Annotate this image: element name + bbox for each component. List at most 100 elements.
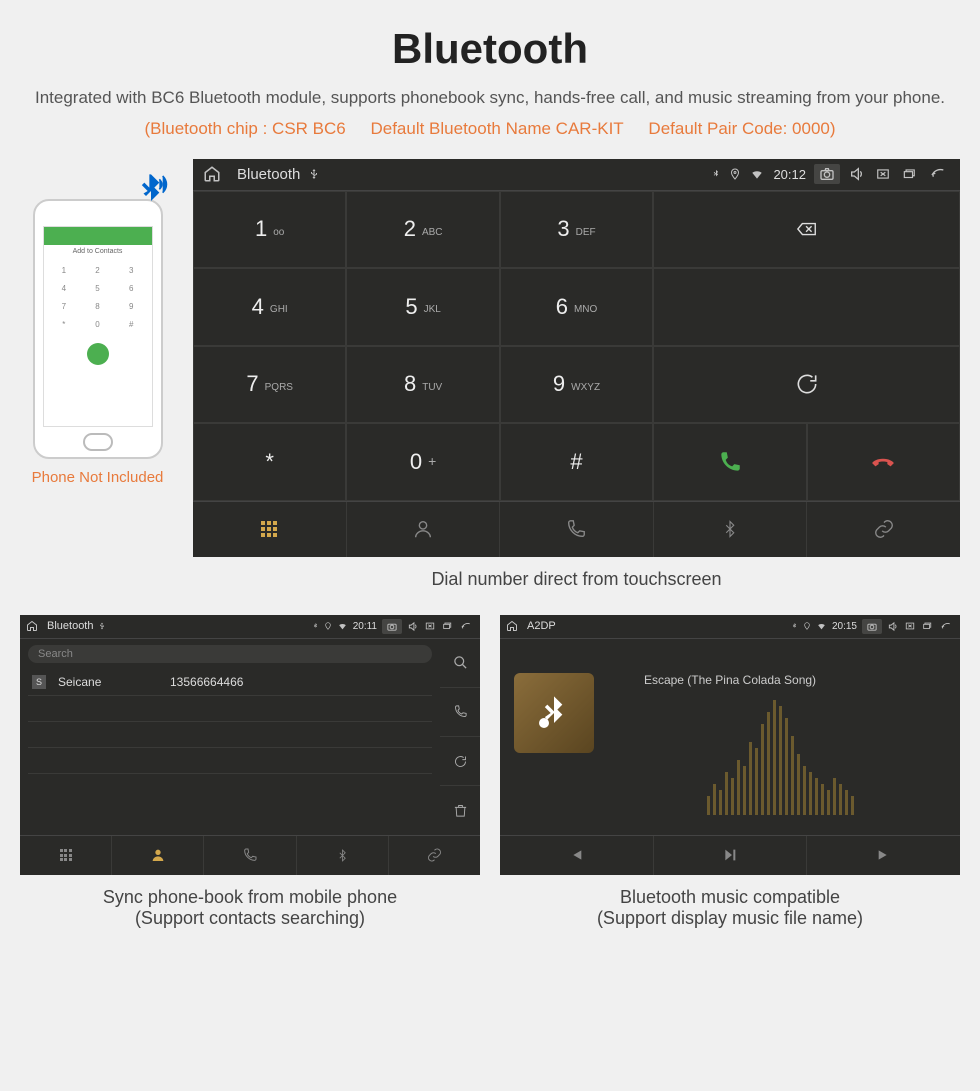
close-icon[interactable] bbox=[874, 167, 892, 181]
redial-button[interactable] bbox=[653, 346, 960, 424]
key-7[interactable]: 7PQRS bbox=[193, 346, 346, 424]
playback-bar bbox=[500, 835, 960, 875]
contact-row[interactable]: S Seicane 13566664466 bbox=[28, 669, 432, 696]
phone-mockup-column: Add to Contacts 123 456 789 *0# Phone No… bbox=[20, 159, 175, 590]
recent-apps-icon[interactable] bbox=[441, 621, 453, 631]
volume-icon[interactable] bbox=[848, 166, 866, 182]
side-sync-icon[interactable] bbox=[440, 737, 480, 786]
screen-title: Bluetooth bbox=[237, 166, 300, 183]
key-0[interactable]: 0+ bbox=[346, 423, 499, 501]
nav-bar bbox=[193, 501, 960, 557]
recent-apps-icon[interactable] bbox=[900, 167, 918, 181]
search-input[interactable]: Search bbox=[28, 645, 432, 663]
nav-contacts-icon[interactable] bbox=[347, 502, 501, 557]
track-title: Escape (The Pina Colada Song) bbox=[500, 669, 960, 687]
contact-row-empty bbox=[28, 722, 432, 748]
back-icon[interactable] bbox=[458, 621, 474, 632]
key-2[interactable]: 2ABC bbox=[346, 191, 499, 269]
location-icon bbox=[324, 621, 332, 631]
backspace-button[interactable] bbox=[653, 191, 960, 269]
nav-contacts-icon[interactable] bbox=[112, 836, 204, 875]
key-6[interactable]: 6MNO bbox=[500, 268, 653, 346]
spec-code: Default Pair Code: 0000) bbox=[648, 119, 835, 138]
dialer-screen: Bluetooth 20:12 1oo 2ABC 3DEF 4GHI 5JKL bbox=[193, 159, 960, 557]
wifi-icon bbox=[337, 621, 348, 631]
phone-mockup: Add to Contacts 123 456 789 *0# bbox=[33, 199, 163, 459]
camera-icon[interactable] bbox=[382, 619, 402, 634]
clock-time: 20:11 bbox=[353, 621, 377, 632]
key-8[interactable]: 8TUV bbox=[346, 346, 499, 424]
usb-icon bbox=[308, 167, 320, 181]
clock-time: 20:12 bbox=[773, 167, 806, 182]
home-icon[interactable] bbox=[506, 620, 518, 632]
blank-key bbox=[653, 268, 960, 346]
page-title: Bluetooth bbox=[20, 25, 960, 73]
spec-chip: (Bluetooth chip : CSR BC6 bbox=[144, 119, 345, 138]
contact-row-empty bbox=[28, 774, 432, 800]
nav-link-icon[interactable] bbox=[807, 502, 960, 557]
volume-icon[interactable] bbox=[887, 621, 899, 632]
phone-call-icon bbox=[87, 343, 109, 365]
music-screen: A2DP 20:15 Escape (The Pina Colada Song) bbox=[500, 615, 960, 875]
contact-number: 13566664466 bbox=[170, 675, 243, 689]
close-icon[interactable] bbox=[424, 621, 436, 631]
bluetooth-status-icon bbox=[711, 167, 721, 181]
recent-apps-icon[interactable] bbox=[921, 621, 933, 631]
key-3[interactable]: 3DEF bbox=[500, 191, 653, 269]
location-icon bbox=[803, 621, 811, 631]
key-hash[interactable]: # bbox=[500, 423, 653, 501]
screen-title: A2DP bbox=[527, 620, 556, 632]
status-bar: Bluetooth 20:12 bbox=[193, 159, 960, 191]
nav-keypad-icon[interactable] bbox=[193, 502, 347, 557]
side-search-icon[interactable] bbox=[440, 639, 480, 688]
clock-time: 20:15 bbox=[832, 621, 857, 632]
nav-history-icon[interactable] bbox=[204, 836, 296, 875]
side-call-icon[interactable] bbox=[440, 688, 480, 737]
page-header: Bluetooth Integrated with BC6 Bluetooth … bbox=[20, 25, 960, 139]
nav-bar bbox=[20, 835, 480, 875]
contact-badge: S bbox=[32, 675, 46, 689]
phone-caption: Phone Not Included bbox=[20, 469, 175, 486]
back-icon[interactable] bbox=[926, 166, 950, 182]
keypad: 1oo 2ABC 3DEF 4GHI 5JKL 6MNO 7PQRS 8TUV … bbox=[193, 191, 960, 501]
location-icon bbox=[729, 167, 741, 181]
call-button[interactable] bbox=[653, 423, 806, 501]
spec-name: Default Bluetooth Name CAR-KIT bbox=[370, 119, 623, 138]
wifi-icon bbox=[816, 621, 827, 631]
key-5[interactable]: 5JKL bbox=[346, 268, 499, 346]
contacts-caption: Sync phone-book from mobile phone (Suppo… bbox=[20, 887, 480, 929]
bluetooth-status-icon bbox=[312, 621, 319, 631]
dialer-caption: Dial number direct from touchscreen bbox=[193, 569, 960, 590]
nav-history-icon[interactable] bbox=[500, 502, 654, 557]
hangup-button[interactable] bbox=[807, 423, 960, 501]
back-icon[interactable] bbox=[938, 621, 954, 632]
bluetooth-signal-icon bbox=[131, 171, 171, 211]
usb-icon bbox=[98, 621, 106, 631]
key-9[interactable]: 9WXYZ bbox=[500, 346, 653, 424]
contact-name: Seicane bbox=[58, 675, 158, 689]
close-icon[interactable] bbox=[904, 621, 916, 631]
key-1[interactable]: 1oo bbox=[193, 191, 346, 269]
play-pause-icon[interactable] bbox=[654, 836, 808, 875]
home-icon[interactable] bbox=[26, 620, 38, 632]
next-track-icon[interactable] bbox=[807, 836, 960, 875]
nav-link-icon[interactable] bbox=[389, 836, 480, 875]
contacts-screen: Bluetooth 20:11 Search S Seicane bbox=[20, 615, 480, 875]
nav-bluetooth-icon[interactable] bbox=[654, 502, 808, 557]
home-icon[interactable] bbox=[203, 165, 221, 183]
screen-title: Bluetooth bbox=[47, 620, 93, 632]
prev-track-icon[interactable] bbox=[500, 836, 654, 875]
camera-icon[interactable] bbox=[862, 619, 882, 634]
nav-bluetooth-icon[interactable] bbox=[297, 836, 389, 875]
nav-keypad-icon[interactable] bbox=[20, 836, 112, 875]
bluetooth-specs: (Bluetooth chip : CSR BC6 Default Blueto… bbox=[20, 119, 960, 139]
status-bar: Bluetooth 20:11 bbox=[20, 615, 480, 639]
camera-icon[interactable] bbox=[814, 164, 840, 184]
volume-icon[interactable] bbox=[407, 621, 419, 632]
visualizer bbox=[620, 694, 940, 815]
key-star[interactable]: * bbox=[193, 423, 346, 501]
key-4[interactable]: 4GHI bbox=[193, 268, 346, 346]
contact-row-empty bbox=[28, 748, 432, 774]
side-delete-icon[interactable] bbox=[440, 786, 480, 834]
bluetooth-status-icon bbox=[791, 621, 798, 631]
